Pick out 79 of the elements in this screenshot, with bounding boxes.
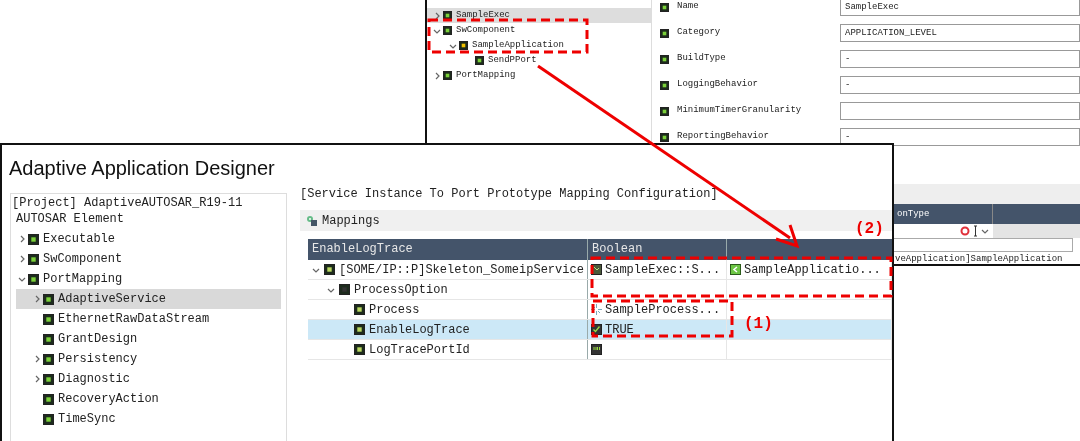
element-icon	[443, 11, 452, 20]
section-title: Mappings	[322, 212, 380, 230]
property-field[interactable]: SampleExec	[840, 0, 1080, 16]
element-icon	[475, 56, 484, 65]
reference-icon	[591, 264, 602, 275]
tree-item[interactable]: RecoveryAction	[16, 389, 281, 409]
element-icon	[354, 344, 365, 355]
table-cell-text: veApplication]SampleApplication	[894, 253, 1063, 264]
element-icon	[660, 54, 669, 64]
property-label: Name	[677, 0, 699, 14]
tree-item[interactable]: TimeSync	[16, 409, 281, 429]
element-icon	[354, 324, 365, 335]
element-icon	[354, 304, 365, 315]
tree-item[interactable]: Diagnostic	[16, 369, 281, 389]
table-row[interactable]: [SOME/IP::P]Skeleton_SomeipService SampleExec::S... SampleApplicatio...	[308, 260, 892, 280]
tree-item[interactable]: GrantDesign	[16, 329, 281, 349]
property-field[interactable]: -	[840, 128, 1080, 146]
element-icon	[28, 273, 39, 285]
tree-item[interactable]: SampleApplication	[427, 38, 651, 53]
mappings-icon	[306, 214, 318, 227]
element-icon	[324, 264, 335, 275]
element-icon	[459, 41, 468, 50]
quote-icon	[591, 344, 602, 355]
cell-value: SampleProcess...	[605, 301, 721, 319]
column-header: Boolean	[588, 239, 727, 260]
cell-value: SampleApplicatio...	[744, 261, 881, 279]
property-field[interactable]: APPLICATION_LEVEL	[840, 24, 1080, 42]
element-icon	[28, 233, 39, 245]
checkbox-icon	[591, 324, 602, 335]
element-icon	[660, 80, 669, 90]
table-row[interactable]: ProcessOption	[308, 280, 892, 300]
window-title: Adaptive Application Designer	[8, 156, 276, 181]
element-icon	[660, 106, 669, 116]
tree-item[interactable]: Executable	[16, 229, 281, 249]
element-icon	[28, 253, 39, 265]
tree-item[interactable]: PortMapping	[427, 68, 651, 83]
tree-item[interactable]: SwComponent	[16, 249, 281, 269]
panel-title: [Service Instance To Port Prototype Mapping Configuration]	[300, 186, 719, 203]
tree-item[interactable]: Persistency	[16, 349, 281, 369]
tree-item[interactable]: SendPPort	[427, 53, 651, 68]
cell-value: TRUE	[605, 321, 634, 339]
element-icon	[443, 26, 452, 35]
element-icon	[43, 373, 54, 385]
element-icon	[443, 71, 452, 80]
property-label: LoggingBehavior	[677, 78, 758, 92]
element-icon	[43, 413, 54, 425]
annotation-label: (2)	[855, 221, 884, 237]
panel-title: [Project] AdaptiveAUTOSAR_R19-11	[12, 194, 245, 212]
port-icon	[730, 264, 741, 275]
property-label: BuildType	[677, 52, 726, 66]
element-icon	[43, 293, 54, 305]
element-icon	[43, 333, 54, 345]
tree-heading: AUTOSAR Element	[16, 211, 126, 228]
table-row[interactable]: LogTracePortId	[308, 340, 892, 360]
tree-item[interactable]: EthernetRawDataStream	[16, 309, 281, 329]
property-field[interactable]: -	[840, 50, 1080, 68]
text-cursor-icon	[973, 225, 978, 237]
element-icon	[43, 353, 54, 365]
tree-item[interactable]: SampleExec	[427, 8, 651, 23]
property-field[interactable]: -	[840, 76, 1080, 94]
sparkle-icon	[591, 304, 602, 315]
element-icon	[43, 313, 54, 325]
chevron-down-icon	[981, 227, 989, 235]
element-icon	[660, 132, 669, 142]
element-icon	[43, 393, 54, 405]
element-icon	[339, 284, 350, 295]
property-label: ReportingBehavior	[677, 130, 769, 144]
cell-value: SampleExec::S...	[605, 261, 721, 279]
tree-item[interactable]: AdaptiveService	[16, 289, 281, 309]
element-icon	[660, 28, 669, 38]
tree-item[interactable]: SwComponent	[427, 23, 651, 38]
circle-icon	[960, 226, 970, 236]
property-label: MinimumTimerGranularity	[677, 104, 802, 118]
element-icon	[660, 2, 669, 12]
input-field[interactable]	[893, 238, 1073, 252]
property-field[interactable]	[840, 102, 1080, 120]
property-label: Category	[677, 26, 721, 40]
column-header: EnableLogTrace	[308, 239, 588, 260]
tree-item[interactable]: PortMapping	[16, 269, 281, 289]
